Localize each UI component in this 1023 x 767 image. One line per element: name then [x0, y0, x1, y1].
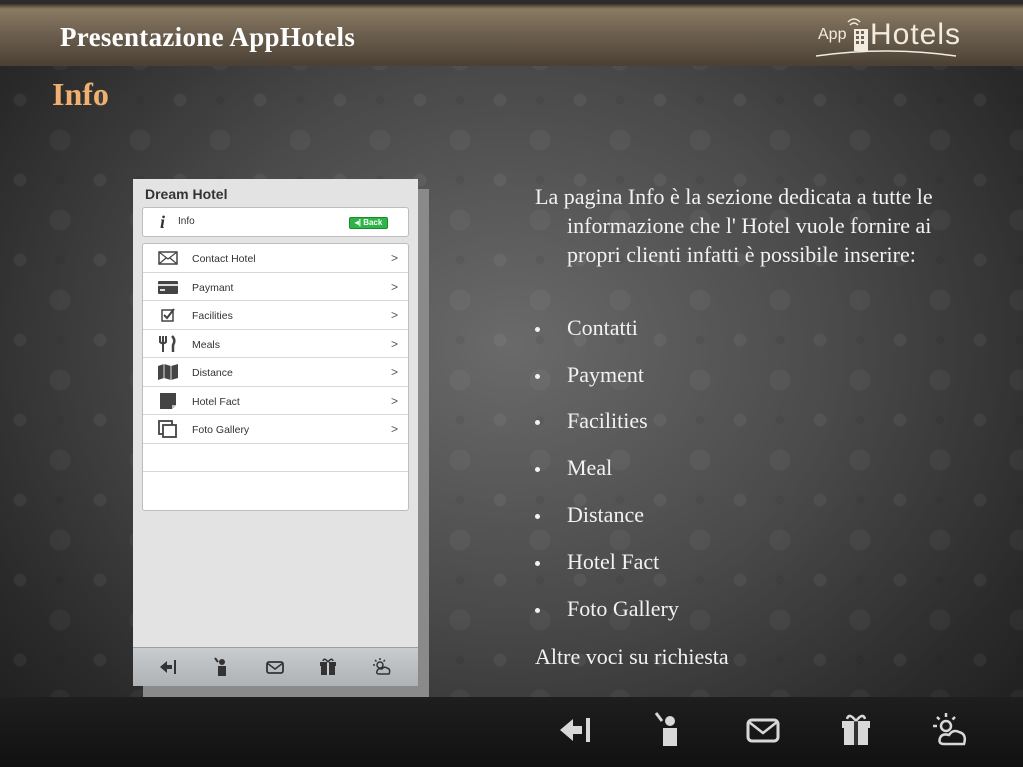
logo-hotels-text: Hotels	[870, 18, 962, 51]
bullet-dot	[535, 608, 540, 613]
gift-icon[interactable]	[317, 656, 339, 678]
chevron-right-icon: >	[391, 251, 399, 265]
credit-card-icon	[158, 280, 178, 294]
gallery-icon	[158, 420, 177, 438]
menu-item-label: Paymant	[192, 281, 234, 294]
menu-item-foto-gallery[interactable]: Foto Gallery >	[143, 415, 408, 444]
bullet-dot	[535, 467, 540, 472]
bullet-dot	[535, 561, 540, 566]
back-button-label: Back	[363, 218, 383, 227]
fork-knife-icon	[159, 334, 176, 352]
menu-item-label: Foto Gallery	[192, 424, 250, 436]
chevron-right-icon: >	[391, 336, 399, 351]
menu-item-label: Hotel Fact	[192, 395, 240, 408]
menu-item-label: Meals	[192, 338, 221, 351]
chevron-right-icon: >	[391, 393, 399, 408]
menu-item-empty	[143, 444, 408, 472]
presentation-title: Presentazione AppHotels	[60, 22, 356, 52]
back-exit-icon[interactable]	[556, 710, 596, 750]
bullet-text: Foto Gallery	[567, 596, 679, 621]
phone-mockup: Dream Hotel i Info ◂| Back Contact Hotel…	[133, 179, 418, 686]
menu-item-hotel-fact[interactable]: Hotel Fact >	[143, 387, 408, 415]
menu-item-label: Facilities	[192, 310, 233, 322]
bullet-text: Facilities	[567, 408, 648, 433]
note-icon	[160, 392, 176, 409]
menu-item-label: Contact Hotel	[192, 253, 256, 265]
logo-app-text: App	[818, 26, 847, 43]
gift-icon[interactable]	[836, 710, 876, 750]
bullet-text: Meal	[567, 455, 613, 480]
bullet-dot	[535, 374, 540, 379]
phone-tab-bar	[133, 647, 418, 686]
envelope-icon	[158, 251, 178, 265]
bullet-dot	[535, 514, 540, 519]
bullet-dot	[535, 327, 540, 332]
info-label: Info	[178, 216, 195, 227]
intro-text: La pagina Info è la sezione dedicata a t…	[535, 184, 933, 267]
info-header-bar: i Info ◂| Back	[142, 207, 409, 237]
menu-item-paymant[interactable]: Paymant >	[143, 273, 408, 301]
info-menu-list: Contact Hotel > Paymant > Facilities > M…	[142, 243, 409, 511]
menu-item-empty	[143, 472, 408, 501]
menu-item-contact-hotel[interactable]: Contact Hotel >	[143, 244, 408, 273]
menu-item-label: Distance	[192, 367, 233, 379]
bullet-text: Payment	[567, 362, 644, 387]
mail-icon[interactable]	[743, 710, 783, 750]
section-title: Info	[52, 76, 109, 112]
hotel-name: Dream Hotel	[145, 186, 228, 202]
chevron-right-icon: >	[391, 365, 399, 379]
mail-icon[interactable]	[264, 656, 286, 678]
menu-item-facilities[interactable]: Facilities >	[143, 301, 408, 330]
weather-icon[interactable]	[371, 656, 393, 678]
bellboy-icon[interactable]	[211, 656, 233, 678]
back-arrow-icon: ◂|	[354, 218, 361, 227]
weather-icon[interactable]	[930, 710, 970, 750]
bullet-text: Distance	[567, 502, 644, 527]
bullet-text: Hotel Fact	[567, 549, 660, 574]
menu-item-distance[interactable]: Distance >	[143, 358, 408, 387]
bullet-dot	[535, 420, 540, 425]
top-header-bar: Presentazione AppHotels App Hotels	[0, 0, 1023, 66]
back-exit-icon[interactable]	[157, 656, 179, 678]
apphotels-logo: App Hotels	[816, 12, 966, 62]
description-block: La pagina Info è la sezione dedicata a t…	[535, 182, 980, 269]
bullet-text: Contatti	[567, 315, 638, 340]
bellboy-icon[interactable]	[650, 710, 690, 750]
map-icon	[158, 364, 178, 380]
chevron-right-icon: >	[391, 422, 399, 436]
outro-text: Altre voci su richiesta	[535, 644, 729, 669]
checkbox-icon	[161, 308, 175, 322]
back-button[interactable]: ◂| Back	[349, 217, 388, 229]
chevron-right-icon: >	[391, 308, 399, 322]
info-icon: i	[160, 212, 166, 232]
chevron-right-icon: >	[391, 279, 399, 294]
menu-item-meals[interactable]: Meals >	[143, 330, 408, 358]
